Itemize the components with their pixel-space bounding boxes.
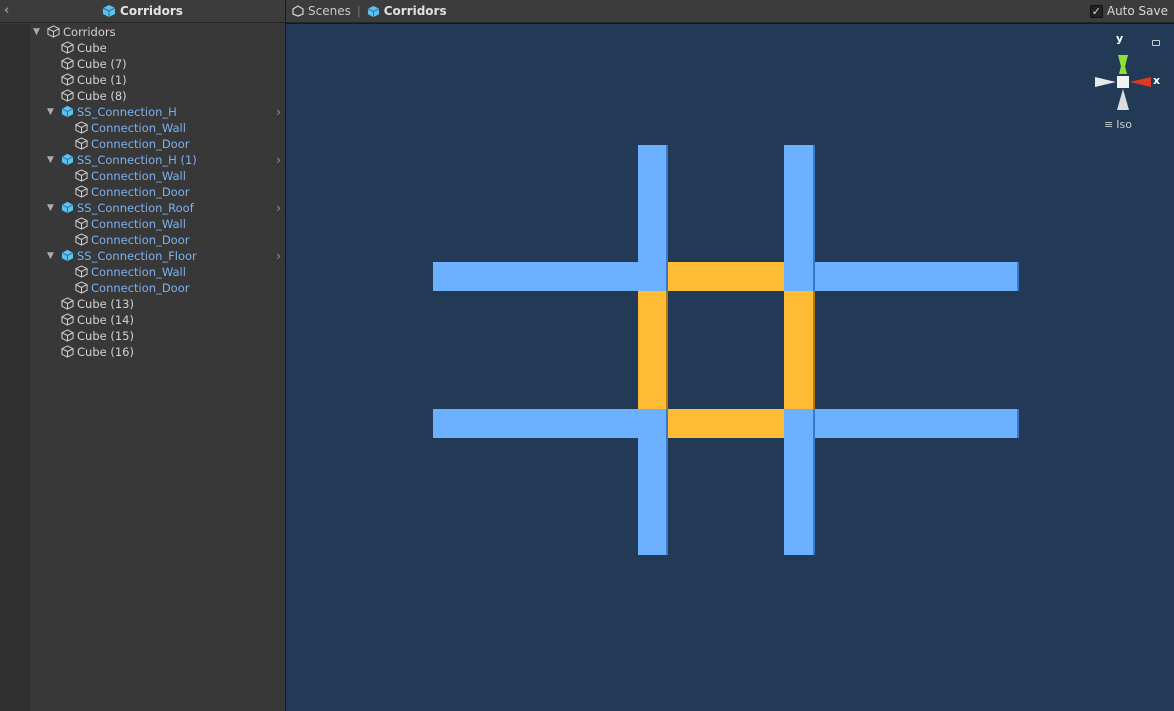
gameobject-icon [61, 41, 74, 54]
connection-top[interactable] [668, 262, 784, 291]
gameobject-icon [75, 217, 88, 230]
hierarchy-item-label: SS_Connection_H [77, 105, 177, 119]
connection-right[interactable] [784, 291, 815, 409]
hierarchy-item[interactable]: Cube (8) [30, 88, 285, 104]
hierarchy-item[interactable]: ▼ SS_Connection_H › [30, 104, 285, 120]
hierarchy-item[interactable]: Cube (7) [30, 56, 285, 72]
prefab-icon [367, 5, 379, 17]
breadcrumb-scenes[interactable]: Scenes [292, 4, 351, 18]
hierarchy-item[interactable]: Cube (13) [30, 296, 285, 312]
hierarchy-item[interactable]: Connection_Door [30, 184, 285, 200]
gameobject-icon [75, 169, 88, 182]
hierarchy-item-label: SS_Connection_Roof [77, 201, 194, 215]
hierarchy-item-label: Cube (7) [77, 57, 127, 71]
orientation-gizmo[interactable]: y x ≡ Iso [1092, 32, 1168, 132]
checkbox-icon[interactable]: ✓ [1089, 4, 1103, 18]
scene-viewport[interactable]: y x ≡ Iso [286, 24, 1174, 711]
hierarchy-item-label: Connection_Wall [91, 169, 186, 183]
gameobject-icon [75, 281, 88, 294]
hierarchy-item[interactable]: Connection_Door [30, 232, 285, 248]
unity-icon [292, 5, 304, 17]
gameobject-icon [61, 73, 74, 86]
hierarchy-item[interactable]: Cube (15) [30, 328, 285, 344]
gameobject-icon [61, 329, 74, 342]
hierarchy-item[interactable]: Connection_Door [30, 136, 285, 152]
connection-left[interactable] [638, 291, 668, 409]
hierarchy-header: ‹ Corridors [0, 0, 285, 23]
hierarchy-item-label: Cube (14) [77, 313, 134, 327]
prefab-icon [102, 5, 116, 17]
hierarchy-item-label: Connection_Wall [91, 217, 186, 231]
chevron-right-icon[interactable]: › [276, 153, 281, 167]
gameobject-icon [61, 345, 74, 358]
scene-toolbar: Scenes | Corridors ✓ Auto Save [286, 0, 1174, 23]
gameobject-icon [61, 57, 74, 70]
prefab-icon [61, 249, 74, 262]
hierarchy-item[interactable]: ▼ SS_Connection_Roof › [30, 200, 285, 216]
breadcrumb-corridors[interactable]: Corridors [367, 4, 447, 18]
hierarchy-panel: ‹ Corridors ▼ Corridors Cube Cube (7) Cube (… [0, 0, 285, 711]
hierarchy-item[interactable]: Connection_Wall [30, 216, 285, 232]
hierarchy-item[interactable]: Connection_Wall [30, 264, 285, 280]
hierarchy-item-label: Connection_Wall [91, 121, 186, 135]
hierarchy-item[interactable]: ▼ Corridors [30, 24, 285, 40]
connection-bottom[interactable] [668, 409, 784, 438]
gameobject-icon [61, 313, 74, 326]
gameobject-icon [75, 265, 88, 278]
axis-gizmo-icon[interactable] [1092, 44, 1162, 114]
hierarchy-item[interactable]: ▼ SS_Connection_H (1) › [30, 152, 285, 168]
hierarchy-item-label: Cube (15) [77, 329, 134, 343]
hierarchy-gutter [0, 24, 30, 711]
chevron-right-icon[interactable]: › [276, 105, 281, 119]
gameobject-icon [61, 297, 74, 310]
hierarchy-item[interactable]: Cube [30, 40, 285, 56]
expand-arrow-icon[interactable]: ▼ [47, 203, 57, 213]
hierarchy-item-label: Cube (8) [77, 89, 127, 103]
hierarchy-item[interactable]: Connection_Wall [30, 120, 285, 136]
hierarchy-item-label: Connection_Wall [91, 265, 186, 279]
hierarchy-item-label: Corridors [63, 25, 116, 39]
expand-arrow-icon[interactable]: ▼ [47, 155, 57, 165]
scene-view: Scenes | Corridors ✓ Auto Save y x ≡ Iso [286, 0, 1174, 711]
chevron-left-icon[interactable]: ‹ [4, 3, 9, 18]
hierarchy-item-label: Cube (16) [77, 345, 134, 359]
hierarchy-item-label: SS_Connection_H (1) [77, 153, 197, 167]
expand-arrow-icon[interactable]: ▼ [33, 27, 43, 37]
hierarchy-item-label: Cube [77, 41, 107, 55]
hierarchy-item[interactable]: ▼ SS_Connection_Floor › [30, 248, 285, 264]
gameobject-icon [47, 25, 60, 38]
hierarchy-item[interactable]: Cube (16) [30, 344, 285, 360]
hierarchy-item[interactable]: Cube (14) [30, 312, 285, 328]
breadcrumb-separator: | [356, 4, 361, 18]
hierarchy-item-label: Cube (13) [77, 297, 134, 311]
gameobject-icon [61, 89, 74, 102]
projection-toggle[interactable]: ≡ Iso [1104, 118, 1132, 131]
hierarchy-title: Corridors [120, 4, 183, 18]
hierarchy-item-label: Connection_Door [91, 281, 190, 295]
hierarchy-item-label: Connection_Door [91, 185, 190, 199]
expand-arrow-icon[interactable]: ▼ [47, 251, 57, 261]
menu-icon: ≡ [1104, 118, 1114, 131]
hierarchy-tree: ▼ Corridors Cube Cube (7) Cube (1) Cube (8) ▼ S… [30, 24, 285, 360]
expand-arrow-icon[interactable]: ▼ [47, 107, 57, 117]
hierarchy-item-label: Connection_Door [91, 233, 190, 247]
gizmo-x-label: x [1153, 74, 1161, 87]
gameobject-icon [75, 121, 88, 134]
gameobject-icon [75, 185, 88, 198]
auto-save-toggle[interactable]: ✓ Auto Save [1089, 4, 1168, 18]
chevron-right-icon[interactable]: › [276, 201, 281, 215]
prefab-icon [61, 201, 74, 214]
hierarchy-item[interactable]: Cube (1) [30, 72, 285, 88]
prefab-icon [61, 153, 74, 166]
chevron-right-icon[interactable]: › [276, 249, 281, 263]
gameobject-icon [75, 137, 88, 150]
hierarchy-item-label: SS_Connection_Floor [77, 249, 197, 263]
hierarchy-item-label: Cube (1) [77, 73, 127, 87]
hierarchy-item[interactable]: Connection_Door [30, 280, 285, 296]
hierarchy-item-label: Connection_Door [91, 137, 190, 151]
hierarchy-item[interactable]: Connection_Wall [30, 168, 285, 184]
prefab-icon [61, 105, 74, 118]
gameobject-icon [75, 233, 88, 246]
